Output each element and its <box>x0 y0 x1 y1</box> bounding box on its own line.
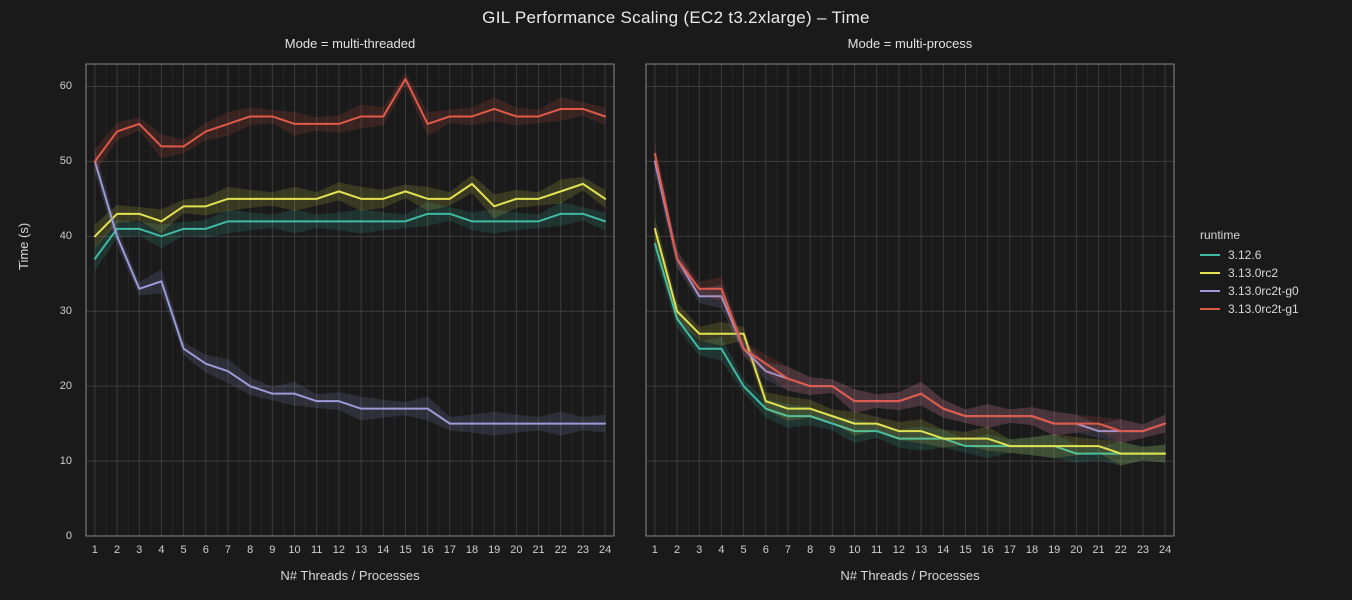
suptitle: GIL Performance Scaling (EC2 t3.2xlarge)… <box>0 8 1352 28</box>
x-tick: 13 <box>355 544 367 556</box>
x-tick: 11 <box>871 544 882 556</box>
x-tick: 4 <box>718 544 724 556</box>
y-tick: 10 <box>40 455 72 467</box>
x-tick: 19 <box>1048 544 1060 556</box>
y-tick: 60 <box>40 80 72 92</box>
x-tick: 23 <box>1137 544 1149 556</box>
y-tick: 0 <box>40 530 72 542</box>
y-tick: 20 <box>40 380 72 392</box>
figure: GIL Performance Scaling (EC2 t3.2xlarge)… <box>0 0 1352 600</box>
x-tick: 16 <box>422 544 434 556</box>
x-tick: 24 <box>599 544 611 556</box>
y-tick-zone: 0 10 20 30 40 50 60 <box>40 60 76 540</box>
x-tick: 13 <box>915 544 927 556</box>
legend-item: 3.13.0rc2t-g0 <box>1200 284 1299 298</box>
x-tick: 14 <box>377 544 389 556</box>
legend-label: 3.12.6 <box>1228 248 1261 262</box>
x-tick: 8 <box>807 544 813 556</box>
x-tick: 18 <box>466 544 478 556</box>
legend-label: 3.13.0rc2 <box>1228 266 1278 280</box>
x-axis-label-mp: N# Threads / Processes <box>640 568 1180 583</box>
x-tick: 21 <box>532 544 544 556</box>
x-tick: 10 <box>848 544 860 556</box>
x-tick: 7 <box>225 544 231 556</box>
x-tick: 1 <box>652 544 658 556</box>
legend-swatch <box>1200 290 1220 292</box>
x-tick: 9 <box>829 544 835 556</box>
x-tick-zone-mt: 123456789101112131415161718192021222324 <box>80 544 620 564</box>
x-tick: 11 <box>311 544 322 556</box>
x-tick: 22 <box>555 544 567 556</box>
legend-item: 3.13.0rc2t-g1 <box>1200 302 1299 316</box>
legend-label: 3.13.0rc2t-g1 <box>1228 302 1299 316</box>
x-tick: 8 <box>247 544 253 556</box>
x-tick: 9 <box>269 544 275 556</box>
y-tick: 30 <box>40 305 72 317</box>
panel-multi-threaded <box>80 60 620 540</box>
x-tick: 15 <box>399 544 411 556</box>
x-tick: 20 <box>1070 544 1082 556</box>
x-tick: 2 <box>674 544 680 556</box>
x-tick: 23 <box>577 544 589 556</box>
x-tick: 19 <box>488 544 500 556</box>
x-tick: 3 <box>136 544 142 556</box>
x-tick: 5 <box>181 544 187 556</box>
x-tick: 17 <box>1004 544 1016 556</box>
x-tick: 6 <box>763 544 769 556</box>
x-tick: 24 <box>1159 544 1171 556</box>
x-tick: 21 <box>1092 544 1104 556</box>
legend-swatch <box>1200 272 1220 274</box>
x-tick: 20 <box>510 544 522 556</box>
legend: runtime 3.12.6 3.13.0rc2 3.13.0rc2t-g0 3.13… <box>1200 228 1299 320</box>
x-tick: 2 <box>114 544 120 556</box>
x-tick: 5 <box>741 544 747 556</box>
x-tick: 12 <box>893 544 905 556</box>
x-tick: 15 <box>959 544 971 556</box>
legend-title: runtime <box>1200 228 1299 242</box>
y-axis-label: Time (s) <box>16 223 31 270</box>
legend-item: 3.12.6 <box>1200 248 1299 262</box>
y-tick: 50 <box>40 155 72 167</box>
subtitle-mt: Mode = multi-threaded <box>80 36 620 51</box>
x-tick: 4 <box>158 544 164 556</box>
x-tick: 16 <box>982 544 994 556</box>
x-tick-zone-mp: 123456789101112131415161718192021222324 <box>640 544 1180 564</box>
x-tick: 18 <box>1026 544 1038 556</box>
legend-item: 3.13.0rc2 <box>1200 266 1299 280</box>
subtitle-mp: Mode = multi-process <box>640 36 1180 51</box>
legend-label: 3.13.0rc2t-g0 <box>1228 284 1299 298</box>
x-axis-label-mt: N# Threads / Processes <box>80 568 620 583</box>
x-tick: 22 <box>1115 544 1127 556</box>
x-tick: 12 <box>333 544 345 556</box>
x-tick: 3 <box>696 544 702 556</box>
legend-swatch <box>1200 308 1220 310</box>
x-tick: 10 <box>288 544 300 556</box>
panel-multi-process <box>640 60 1180 540</box>
x-tick: 7 <box>785 544 791 556</box>
legend-swatch <box>1200 254 1220 256</box>
y-tick: 40 <box>40 230 72 242</box>
x-tick: 14 <box>937 544 949 556</box>
x-tick: 17 <box>444 544 456 556</box>
x-tick: 6 <box>203 544 209 556</box>
x-tick: 1 <box>92 544 98 556</box>
